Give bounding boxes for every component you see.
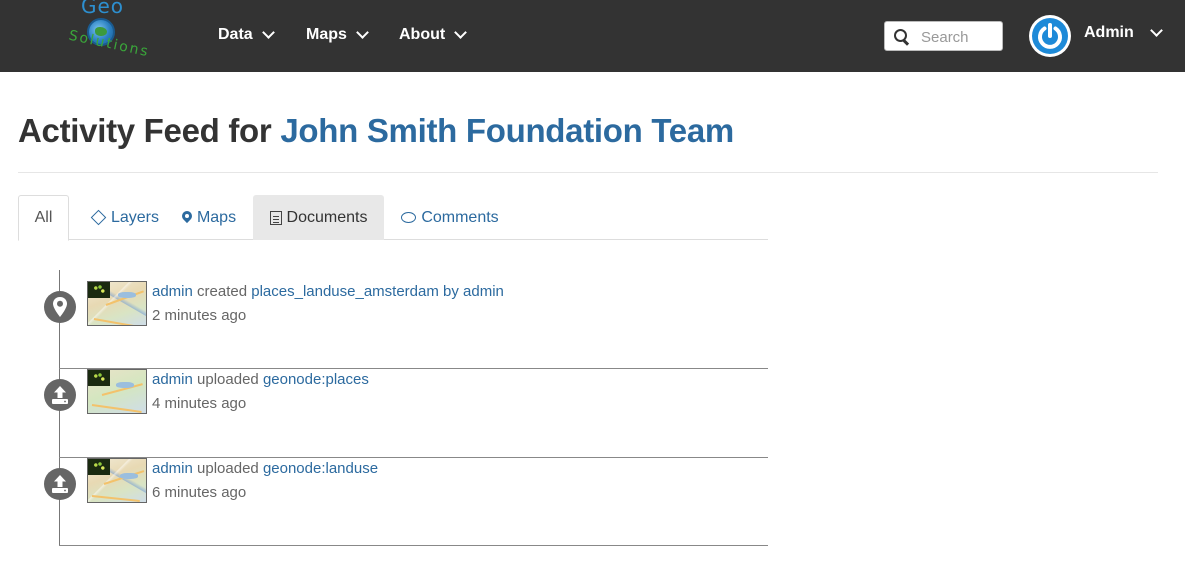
divider [59,368,768,369]
activity-verb: uploaded [197,371,259,388]
tab-comments[interactable]: Comments [401,195,499,240]
map-marker-icon [44,291,76,323]
search-box[interactable] [884,21,1003,51]
chevron-down-icon [261,26,275,39]
map-marker-icon [182,211,192,225]
layer-thumbnail[interactable] [87,369,147,414]
page-title-prefix: Activity Feed for [18,112,272,149]
activity-text: admin uploaded geonode:places [152,371,369,388]
divider [18,172,1158,173]
tab-comments-label: Comments [421,208,499,226]
chevron-down-icon [1149,24,1163,37]
actor-link[interactable]: admin [152,460,193,477]
upload-icon [44,468,76,500]
activity-text: admin created places_landuse_amsterdam b… [152,283,504,300]
logo-word-geo: Geo [81,0,125,18]
activity-verb: uploaded [197,460,259,477]
actor-link[interactable]: admin [152,371,193,388]
tab-documents-label: Documents [286,208,368,226]
tab-maps[interactable]: Maps [181,195,237,240]
layer-thumbnail[interactable] [87,458,147,503]
divider [59,545,768,546]
activity-timestamp: 4 minutes ago [152,395,247,412]
activity-verb: created [197,283,248,300]
power-icon [1032,18,1068,54]
diamond-icon [90,209,107,226]
tab-all-label: All [34,209,53,226]
nav-about-label: About [399,26,446,43]
tab-layers-label: Layers [110,208,160,226]
navbar: Geo Solutions Data Maps About Admin [0,0,1185,72]
document-icon [269,210,282,225]
activity-timestamp: 6 minutes ago [152,484,247,501]
user-name: Admin [1084,24,1134,41]
divider [59,457,768,458]
chevron-down-icon [356,26,369,39]
activity-item: admin uploaded geonode:places 4 minutes … [44,369,764,439]
nav-about-menu[interactable]: About [399,24,468,46]
geo-solutions-logo[interactable]: Geo Solutions [64,0,151,70]
tab-documents[interactable]: Documents [253,195,384,240]
nav-maps-label: Maps [306,26,347,43]
activity-item: admin uploaded geonode:landuse 6 minutes… [44,458,764,528]
activity-text: admin uploaded geonode:landuse [152,460,378,477]
nav-data-label: Data [218,26,253,43]
activity-timestamp: 2 minutes ago [152,307,247,324]
nav-maps-menu[interactable]: Maps [306,24,369,46]
comment-icon [401,212,417,223]
chevron-down-icon [454,26,468,39]
tab-maps-label: Maps [196,208,237,226]
nav-data-menu[interactable]: Data [218,24,275,46]
target-link[interactable]: places_landuse_amsterdam by admin [251,283,504,300]
tab-layers[interactable]: Layers [85,195,167,240]
team-link[interactable]: John Smith Foundation Team [280,112,734,149]
tab-all[interactable]: All [18,195,69,241]
search-icon[interactable] [894,29,907,42]
layer-thumbnail[interactable] [87,281,147,326]
target-link[interactable]: geonode:places [263,371,369,388]
upload-icon [44,379,76,411]
avatar[interactable] [1029,15,1071,57]
activity-item: admin created places_landuse_amsterdam b… [44,281,764,351]
target-link[interactable]: geonode:landuse [263,460,378,477]
search-input[interactable] [921,27,999,47]
activity-tabs: All Layers Maps Documents Comments [18,195,768,241]
page-title: Activity Feed for John Smith Foundation … [18,112,734,150]
actor-link[interactable]: admin [152,283,193,300]
user-menu[interactable]: Admin [1084,24,1163,42]
